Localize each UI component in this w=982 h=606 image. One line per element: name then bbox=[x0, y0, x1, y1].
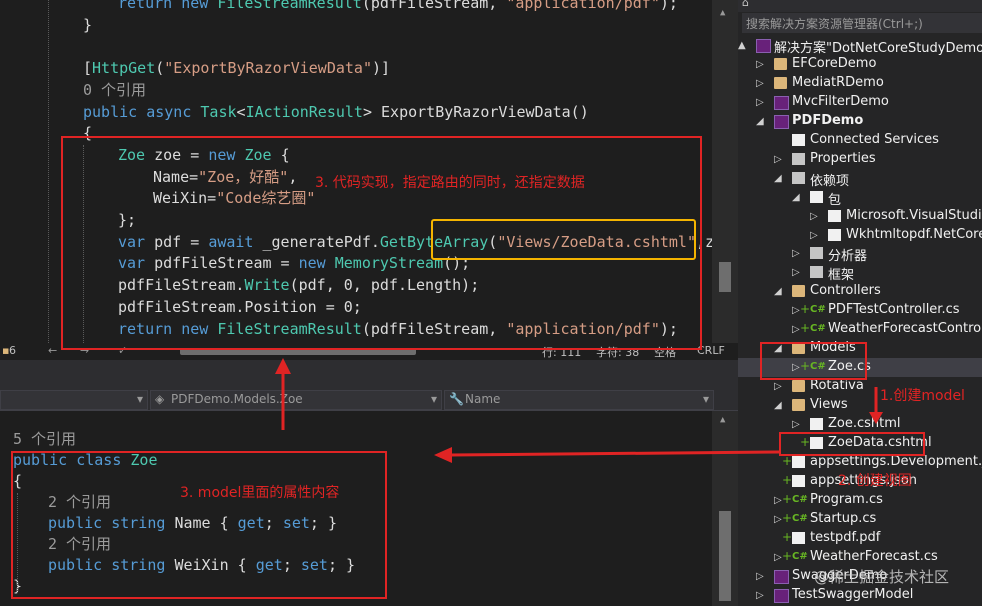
arrow-head-left bbox=[434, 447, 452, 463]
watermark: @稀土掘金技术社区 bbox=[814, 568, 950, 586]
arrow-head-up bbox=[275, 358, 291, 374]
annotation-arrows bbox=[275, 358, 883, 463]
arrow-zoedata-to-model bbox=[449, 450, 780, 457]
arrow-head-down bbox=[869, 412, 883, 424]
